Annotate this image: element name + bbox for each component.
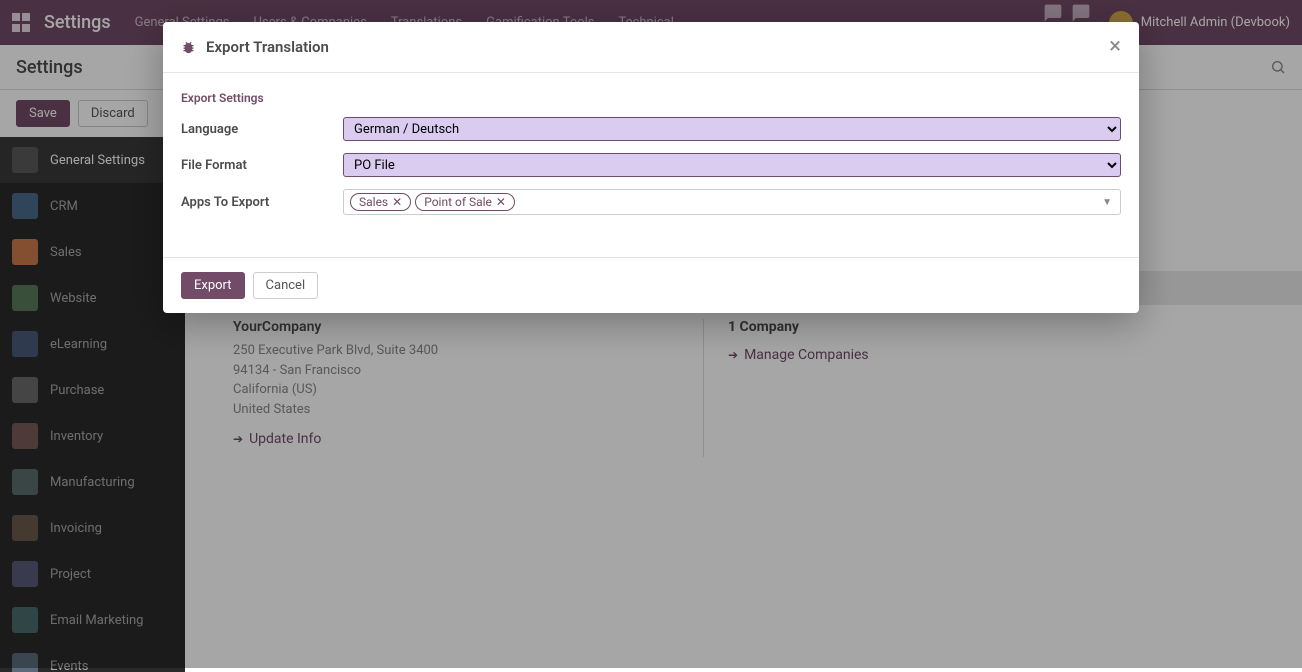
close-icon[interactable]: × xyxy=(1109,36,1121,58)
language-select[interactable]: German / Deutsch xyxy=(343,117,1121,141)
cancel-button[interactable]: Cancel xyxy=(253,272,319,299)
remove-tag-icon[interactable]: ✕ xyxy=(392,195,402,209)
bug-icon xyxy=(181,40,196,55)
tag-sales: Sales✕ xyxy=(350,193,411,211)
chevron-down-icon[interactable]: ▼ xyxy=(1102,197,1112,208)
tag-point-of-sale: Point of Sale✕ xyxy=(415,193,515,211)
modal-title: Export Translation xyxy=(206,38,329,56)
apps-to-export-input[interactable]: Sales✕Point of Sale✕ ▼ xyxy=(343,189,1121,215)
remove-tag-icon[interactable]: ✕ xyxy=(496,195,506,209)
language-label: Language xyxy=(181,122,343,137)
export-button[interactable]: Export xyxy=(181,272,245,299)
export-settings-label: Export Settings xyxy=(181,91,1121,105)
modal-header: Export Translation × xyxy=(163,22,1139,73)
format-select[interactable]: PO File xyxy=(343,153,1121,177)
format-label: File Format xyxy=(181,158,343,173)
apps-label: Apps To Export xyxy=(181,195,343,210)
modal-footer: Export Cancel xyxy=(163,257,1139,313)
export-translation-modal: Export Translation × Export Settings Lan… xyxy=(163,22,1139,313)
